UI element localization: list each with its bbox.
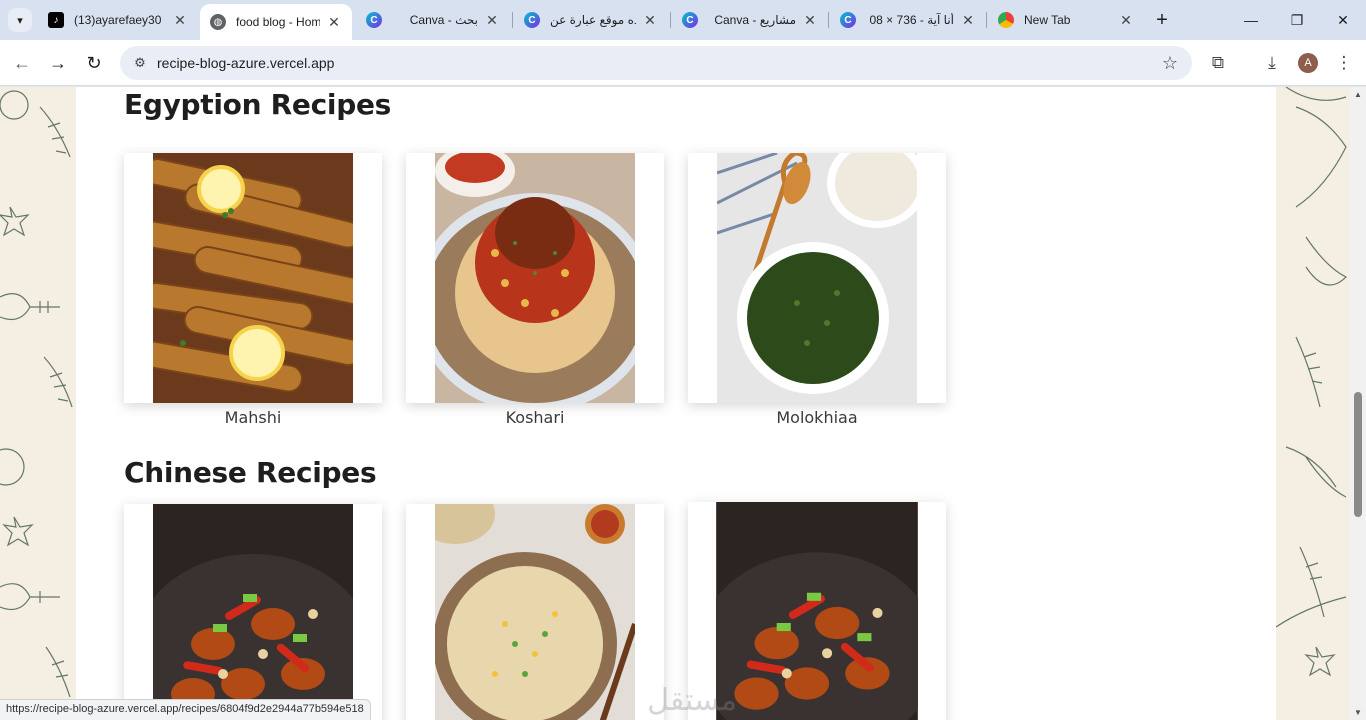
tab-strip: ▾ ♪ (13)ayarefaey30 ✕ ◍ food blog - Hom … xyxy=(0,0,1366,40)
menu-button[interactable]: ⋮ xyxy=(1330,49,1358,77)
minimize-button[interactable]: — xyxy=(1228,0,1274,40)
tab-food-blog[interactable]: ◍ food blog - Hom ✕ xyxy=(200,4,352,40)
close-window-button[interactable]: ✕ xyxy=(1320,0,1366,40)
restore-icon: ❐ xyxy=(1290,11,1304,28)
tab-separator xyxy=(670,12,671,28)
scroll-down-arrow-icon[interactable]: ▼ xyxy=(1354,708,1362,717)
tab-search-button[interactable]: ▾ xyxy=(8,8,32,32)
puzzle-icon: ⧉ xyxy=(1211,53,1225,72)
tab-title: ده موقع عبارة عن xyxy=(550,13,636,27)
tab-tiktok[interactable]: ♪ (13)ayarefaey30 ✕ xyxy=(38,6,198,34)
browser-toolbar: ← → ↻ ⚙ recipe-blog-azure.vercel.app ☆ ⧉… xyxy=(0,40,1366,86)
site-settings-icon[interactable]: ⚙ xyxy=(132,55,148,71)
close-icon[interactable]: ✕ xyxy=(1118,12,1134,28)
section-title-egyptian: Egyption Recipes xyxy=(124,88,392,121)
tab-canva-projects[interactable]: C Canva - مشاريع ✕ xyxy=(672,6,828,34)
arrow-left-icon: ← xyxy=(13,52,31,73)
tab-new-tab[interactable]: New Tab ✕ xyxy=(988,6,1144,34)
tab-title: Canva - مشاريع xyxy=(714,13,796,27)
profile-avatar[interactable]: A xyxy=(1298,53,1318,73)
koshari-image[interactable] xyxy=(435,153,635,403)
canva-icon: C xyxy=(682,12,698,28)
tiktok-icon: ♪ xyxy=(48,12,64,28)
canva-icon: C xyxy=(840,12,856,28)
recipe-name-mahshi[interactable]: Mahshi xyxy=(124,408,382,427)
tab-title: (13)ayarefaey30 xyxy=(74,13,162,27)
close-icon[interactable]: ✕ xyxy=(642,12,658,28)
chrome-icon xyxy=(998,12,1014,28)
close-icon[interactable]: ✕ xyxy=(960,12,976,28)
recipe-card-chinese-1[interactable] xyxy=(124,504,382,720)
new-tab-button[interactable]: + xyxy=(1150,8,1174,32)
download-icon: ⤓ xyxy=(1268,53,1276,72)
globe-icon: ◍ xyxy=(210,14,226,30)
page-scrollbar[interactable]: ▲ ▼ xyxy=(1350,87,1366,720)
link-status-bubble: https://recipe-blog-azure.vercel.app/rec… xyxy=(0,699,371,720)
close-icon[interactable]: ✕ xyxy=(484,12,500,28)
more-vertical-icon: ⋮ xyxy=(1335,53,1353,72)
minimize-icon: — xyxy=(1244,12,1258,28)
recipe-card-koshari[interactable] xyxy=(406,153,664,403)
scroll-up-arrow-icon[interactable]: ▲ xyxy=(1354,90,1362,99)
close-icon: ✕ xyxy=(1337,11,1349,28)
watermark-text: مستقل xyxy=(647,683,737,718)
recipe-name-koshari[interactable]: Koshari xyxy=(406,408,664,427)
address-bar[interactable]: ⚙ recipe-blog-azure.vercel.app ☆ xyxy=(120,46,1192,80)
downloads-button[interactable]: ⤓ xyxy=(1258,49,1286,77)
food-doodle-pattern-left xyxy=(0,90,73,698)
address-url[interactable]: recipe-blog-azure.vercel.app xyxy=(157,55,334,71)
fried-rice-image[interactable] xyxy=(435,504,635,720)
tab-title: أنا آية - 736 × 08 xyxy=(869,13,954,27)
tab-canva-search[interactable]: C Canva - بحث ✕ xyxy=(356,6,510,34)
tab-separator xyxy=(828,12,829,28)
mahshi-image[interactable] xyxy=(153,153,353,403)
recipes-page: Egyption Recipes Mahshi Koshari Molokhia… xyxy=(76,87,1276,720)
back-button[interactable]: ← xyxy=(8,49,36,77)
canva-icon: C xyxy=(524,12,540,28)
close-icon[interactable]: ✕ xyxy=(802,12,818,28)
kung-pao-chicken-image[interactable] xyxy=(153,504,353,720)
reload-button[interactable]: ↻ xyxy=(80,49,108,77)
tab-canva-site[interactable]: C ده موقع عبارة عن ✕ xyxy=(514,6,668,34)
reload-icon: ↻ xyxy=(86,52,102,73)
canva-icon: C xyxy=(366,12,382,28)
close-icon[interactable]: ✕ xyxy=(172,12,188,28)
molokhiaa-image[interactable] xyxy=(717,153,917,403)
forward-button[interactable]: → xyxy=(44,49,72,77)
recipe-card-mahshi[interactable] xyxy=(124,153,382,403)
tab-canva-design[interactable]: C أنا آية - 736 × 08 ✕ xyxy=(830,6,986,34)
page-viewport: Egyption Recipes Mahshi Koshari Molokhia… xyxy=(0,87,1350,720)
extensions-button[interactable]: ⧉ xyxy=(1204,49,1232,77)
recipe-card-molokhiaa[interactable] xyxy=(688,153,946,403)
bookmark-star-icon[interactable]: ☆ xyxy=(1162,53,1178,74)
arrow-right-icon: → xyxy=(49,52,67,73)
recipe-name-molokhiaa[interactable]: Molokhiaa xyxy=(688,408,946,427)
food-doodle-pattern-right xyxy=(1276,87,1348,677)
chevron-down-icon: ▾ xyxy=(17,14,23,27)
watermark-logo: مستقل xyxy=(647,683,737,718)
scrollbar-thumb[interactable] xyxy=(1354,392,1362,517)
tab-title: New Tab xyxy=(1024,13,1071,27)
section-title-chinese: Chinese Recipes xyxy=(124,456,377,489)
restore-button[interactable]: ❐ xyxy=(1274,0,1320,40)
close-icon[interactable]: ✕ xyxy=(326,14,342,30)
tab-title: Canva - بحث xyxy=(409,13,478,27)
plus-icon: + xyxy=(1156,8,1168,31)
tab-separator xyxy=(986,12,987,28)
tab-title: food blog - Hom xyxy=(236,15,320,29)
tab-separator xyxy=(512,12,513,28)
